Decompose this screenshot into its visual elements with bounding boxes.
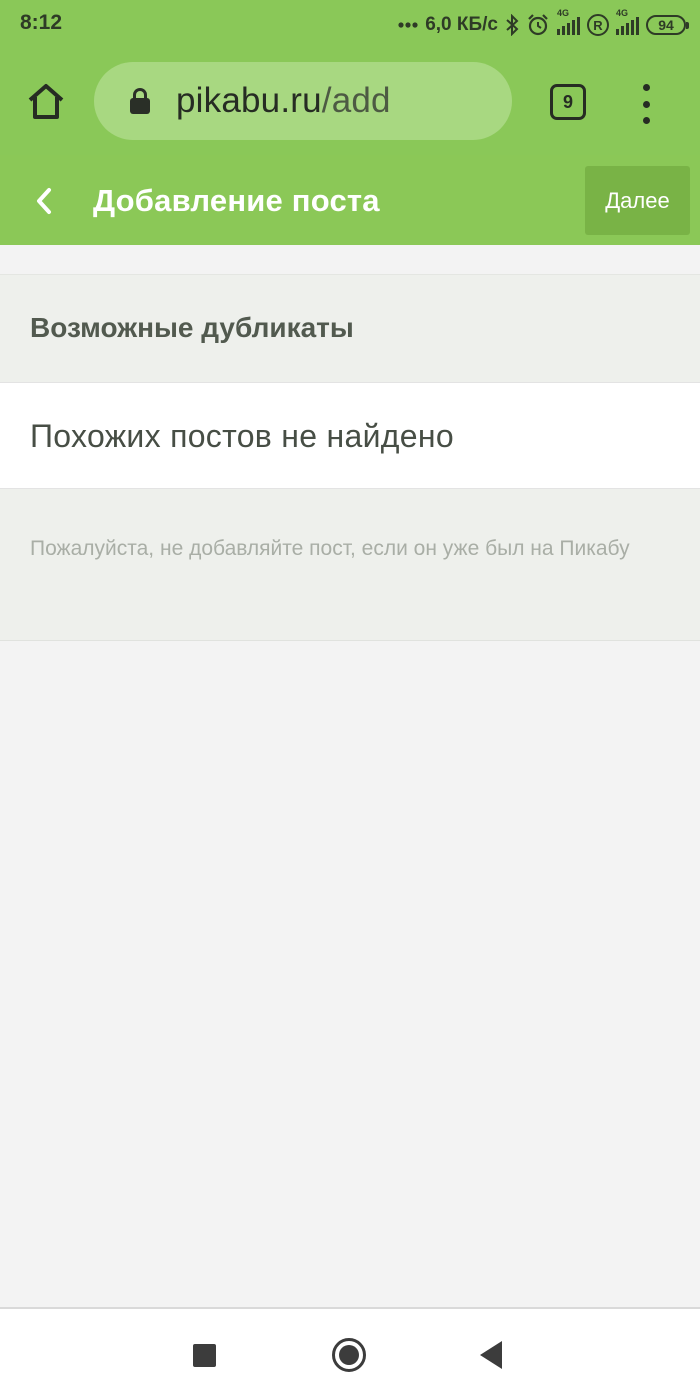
result-text: Похожих постов не найдено	[30, 418, 454, 454]
next-button[interactable]: Далее	[585, 166, 690, 235]
alarm-icon	[528, 14, 548, 36]
system-nav-bar	[0, 1307, 700, 1400]
sim1-type: 4G	[557, 8, 570, 18]
url-field[interactable]: pikabu.ru/add	[94, 62, 512, 140]
browser-toolbar: pikabu.ru/add 9	[0, 50, 700, 155]
duplicates-result: Похожих постов не найдено	[0, 382, 700, 489]
url-path: /add	[321, 81, 391, 120]
sim2-type: 4G	[616, 8, 629, 18]
duplicates-section-header: Возможные дубликаты	[0, 274, 700, 382]
home-circle-icon[interactable]	[332, 1338, 366, 1372]
network-speed: 6,0 КБ/с	[425, 14, 498, 35]
signal-icon: 4G	[616, 8, 639, 35]
page-title: Добавление поста	[93, 183, 380, 218]
section-title: Возможные дубликаты	[30, 312, 354, 343]
tabs-button[interactable]: 9	[550, 84, 586, 120]
menu-dot	[642, 84, 650, 91]
menu-dot	[642, 100, 650, 108]
back-button[interactable]	[24, 181, 64, 221]
url-text: pikabu.ru/add	[176, 81, 391, 121]
app-header: Добавление поста Далее	[0, 155, 700, 245]
home-button[interactable]	[22, 78, 70, 126]
signal-icon: 4G	[557, 8, 580, 35]
dots-icon	[398, 22, 418, 28]
back-triangle-icon[interactable]	[480, 1341, 502, 1369]
battery-icon: 94	[646, 15, 689, 35]
home-icon	[28, 84, 64, 119]
menu-button[interactable]	[636, 84, 656, 124]
url-host: pikabu.ru	[176, 81, 322, 120]
notice-text: Пожалуйста, не добавляйте пост, если он …	[30, 537, 630, 560]
bluetooth-icon	[506, 14, 519, 36]
duplicates-notice: Пожалуйста, не добавляйте пост, если он …	[0, 489, 700, 641]
lock-icon	[130, 88, 150, 114]
recents-square-icon[interactable]	[193, 1344, 216, 1367]
menu-dot	[642, 117, 650, 124]
roaming-icon: R	[587, 14, 609, 36]
back-arrow-icon	[37, 188, 51, 214]
status-icons: 6,0 КБ/с 4G R 4G 94	[398, 8, 689, 41]
status-bar: 8:12 6,0 КБ/с 4G R 4G 94	[0, 0, 700, 50]
tab-count: 9	[562, 91, 573, 112]
status-time: 8:12	[20, 11, 63, 34]
